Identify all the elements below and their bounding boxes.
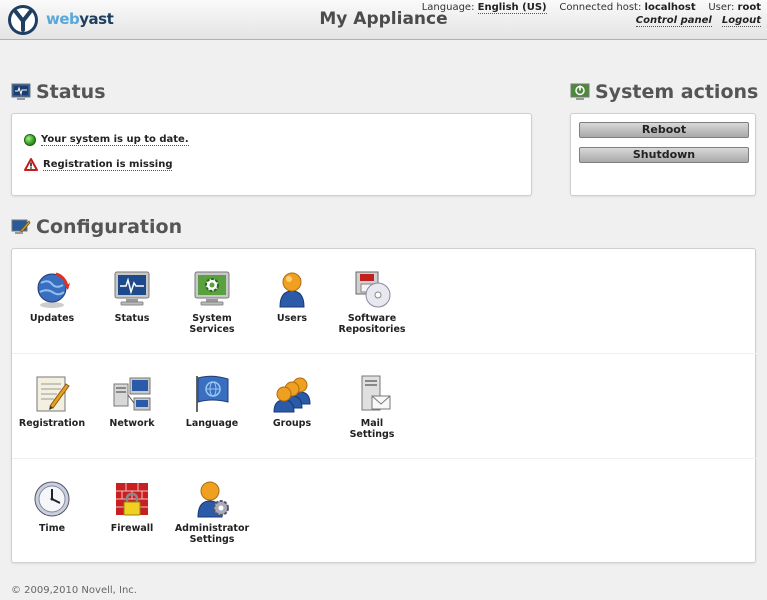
config-item-firewall[interactable]: Firewall bbox=[92, 479, 172, 534]
administrator-settings-icon bbox=[197, 481, 229, 518]
clock-icon bbox=[34, 481, 70, 517]
config-item-registration[interactable]: Registration bbox=[12, 374, 92, 429]
configuration-panel: Updates Status System Services Users Sof… bbox=[11, 248, 757, 564]
status-title: Status bbox=[36, 81, 106, 103]
host-label: Connected host: bbox=[559, 2, 642, 13]
config-item-label-2: Settings bbox=[349, 429, 395, 440]
system-actions-title: System actions bbox=[595, 81, 759, 103]
system-actions-panel: Reboot Shutdown bbox=[570, 113, 756, 196]
config-item-label-2: Repositories bbox=[338, 324, 406, 335]
status-panel: Your system is up to date. Registration … bbox=[11, 113, 532, 196]
language-selector[interactable]: English (US) bbox=[477, 2, 547, 14]
config-row-1: Updates Status System Services Users Sof… bbox=[12, 249, 757, 354]
config-item-label: Status bbox=[114, 313, 150, 324]
header-links: Control panel Logout bbox=[626, 15, 761, 27]
config-item-label: Software bbox=[347, 313, 397, 324]
status-heading-icon bbox=[11, 83, 31, 100]
config-item-label: Updates bbox=[29, 313, 75, 324]
config-row-3: Time Firewall Administrator Settings bbox=[12, 459, 757, 564]
language-flag-icon bbox=[196, 375, 229, 412]
software-repositories-icon bbox=[355, 271, 391, 308]
logout-link[interactable]: Logout bbox=[721, 15, 761, 27]
status-item-up-to-date[interactable]: Your system is up to date. bbox=[24, 134, 189, 146]
config-row-2: Registration Network Language Groups Mai… bbox=[12, 354, 757, 459]
mail-settings-icon bbox=[361, 375, 391, 411]
config-item-label: Users bbox=[276, 313, 308, 324]
config-item-network[interactable]: Network bbox=[92, 374, 172, 429]
config-item-label: Registration bbox=[18, 418, 86, 429]
configuration-title: Configuration bbox=[36, 216, 183, 238]
config-item-label: Network bbox=[109, 418, 155, 429]
ok-icon bbox=[24, 134, 36, 146]
config-item-label: Language bbox=[185, 418, 239, 429]
status-item-registration[interactable]: Registration is missing bbox=[24, 158, 173, 171]
registration-icon bbox=[36, 376, 70, 412]
firewall-icon bbox=[116, 483, 148, 516]
status-monitor-icon bbox=[114, 271, 150, 306]
config-item-administrator-settings[interactable]: Administrator Settings bbox=[172, 479, 252, 545]
header-bar: webyast My Appliance Language: English (… bbox=[0, 0, 767, 40]
configuration-heading-icon bbox=[11, 219, 31, 234]
shutdown-button[interactable]: Shutdown bbox=[579, 147, 749, 163]
config-item-label-2: Settings bbox=[189, 534, 235, 545]
config-item-label: Mail bbox=[360, 418, 384, 429]
config-item-label: Time bbox=[38, 523, 66, 534]
config-item-mail-settings[interactable]: Mail Settings bbox=[332, 374, 412, 440]
config-item-system-services[interactable]: System Services bbox=[172, 269, 252, 335]
groups-icon bbox=[273, 377, 311, 413]
config-item-label: System bbox=[192, 313, 232, 324]
system-actions-heading-icon bbox=[570, 83, 590, 100]
config-item-time[interactable]: Time bbox=[12, 479, 92, 534]
status-item-text: Registration is missing bbox=[43, 158, 173, 171]
config-item-label: Firewall bbox=[110, 523, 154, 534]
config-item-label: Administrator bbox=[174, 523, 250, 534]
reboot-button[interactable]: Reboot bbox=[579, 122, 749, 138]
warning-icon bbox=[24, 158, 38, 171]
config-item-users[interactable]: Users bbox=[252, 269, 332, 324]
config-item-label-2: Services bbox=[189, 324, 235, 335]
config-item-groups[interactable]: Groups bbox=[252, 374, 332, 429]
user-icon bbox=[279, 272, 305, 308]
control-panel-link[interactable]: Control panel bbox=[635, 15, 712, 27]
configuration-heading: Configuration bbox=[11, 216, 182, 238]
session-info: Language: English (US) Connected host: l… bbox=[422, 1, 761, 15]
language-label: Language: bbox=[421, 2, 475, 13]
config-item-status[interactable]: Status bbox=[92, 269, 172, 324]
system-services-icon bbox=[194, 271, 230, 306]
footer-copyright: © 2009,2010 Novell, Inc. bbox=[11, 585, 137, 596]
config-item-software-repositories[interactable]: Software Repositories bbox=[332, 269, 412, 335]
config-item-language[interactable]: Language bbox=[172, 374, 252, 429]
host-value: localhost bbox=[644, 2, 696, 13]
status-item-text: Your system is up to date. bbox=[41, 134, 189, 146]
user-label: User: bbox=[708, 2, 735, 13]
user-value: root bbox=[737, 2, 761, 13]
system-actions-heading: System actions bbox=[570, 81, 758, 103]
config-item-label: Groups bbox=[272, 418, 312, 429]
config-item-updates[interactable]: Updates bbox=[12, 269, 92, 324]
updates-icon bbox=[37, 272, 70, 308]
network-icon bbox=[113, 377, 151, 411]
status-heading: Status bbox=[11, 81, 106, 103]
